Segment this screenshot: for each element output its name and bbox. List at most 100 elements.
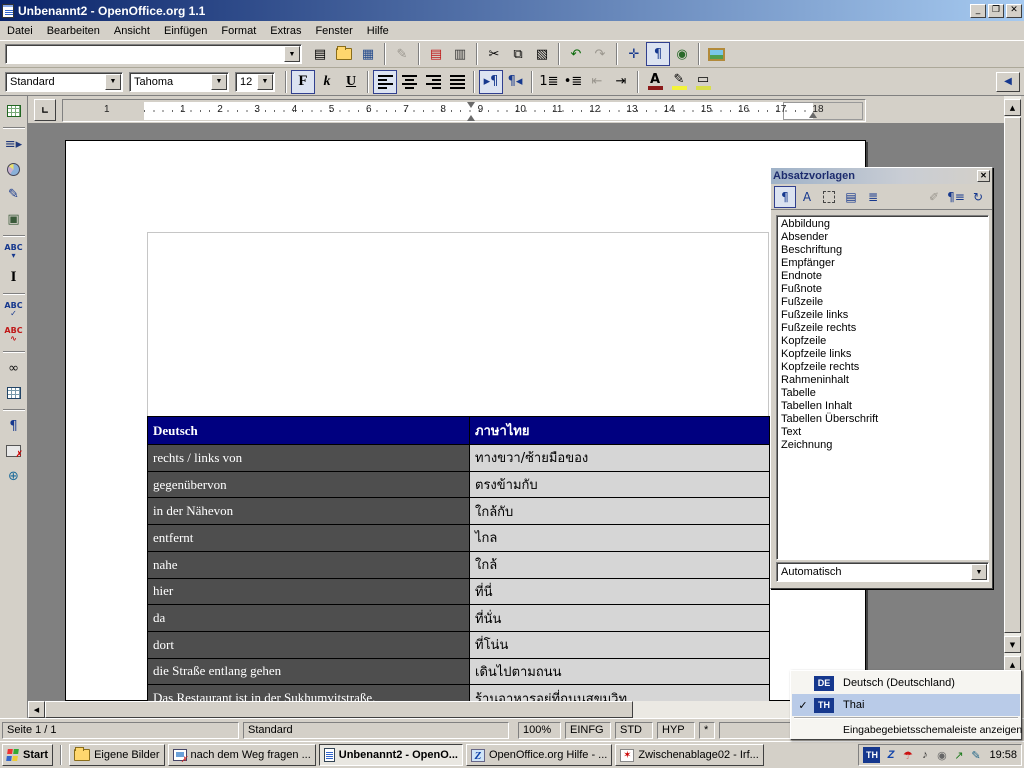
print-icon[interactable]: ▥ xyxy=(448,42,472,66)
status-hyperlink-mode[interactable]: HYP xyxy=(657,722,695,739)
cell-thai[interactable]: ตรงข้ามกับ xyxy=(470,472,769,498)
style-entry[interactable]: Fußzeile rechts xyxy=(778,322,987,335)
style-entry[interactable]: Tabellen Inhalt xyxy=(778,400,987,413)
filter-dropdown-arrow[interactable]: ▼ xyxy=(971,564,987,580)
table-row[interactable]: entferntไกล xyxy=(148,525,769,551)
toolbar-more-button[interactable]: ◀ xyxy=(996,72,1020,92)
menu-format[interactable]: Format xyxy=(214,22,263,40)
vocabulary-table[interactable]: Deutschภาษาไทยrechts / links vonทางขวา/ซ… xyxy=(147,416,770,701)
style-entry[interactable]: Absender xyxy=(778,231,987,244)
spellcheck-icon[interactable]: ABC✓ xyxy=(2,298,26,322)
find-replace-icon[interactable]: ∞ xyxy=(2,356,26,380)
scroll-up-button[interactable]: ▲ xyxy=(1004,99,1021,116)
form-functions-icon[interactable]: ▣ xyxy=(2,207,26,231)
background-color-button[interactable]: ▭ xyxy=(691,70,715,94)
autotext-icon[interactable]: ABC▾ xyxy=(2,240,26,264)
insert-table-icon[interactable] xyxy=(2,99,26,123)
paste-icon[interactable]: ▧ xyxy=(530,42,554,66)
menu-bearbeiten[interactable]: Bearbeiten xyxy=(40,22,107,40)
cell-german[interactable]: hier xyxy=(148,579,469,605)
redo-icon[interactable]: ↷ xyxy=(588,42,612,66)
right-indent-marker[interactable] xyxy=(809,108,817,118)
taskbar-folder-button[interactable]: Eigene Bilder xyxy=(69,744,164,766)
cell-thai[interactable]: ไกล xyxy=(470,525,769,551)
font-color-button[interactable]: A xyxy=(643,70,667,94)
document-page[interactable]: Deutschภาษาไทยrechts / links vonทางขวา/ซ… xyxy=(65,140,866,701)
hyperlink-icon[interactable]: ◉ xyxy=(670,42,694,66)
table-row[interactable]: Das Restaurant ist in der Sukhumvitstraß… xyxy=(148,685,769,701)
insert-fields-icon[interactable]: ≡▸ xyxy=(2,132,26,156)
cell-german[interactable]: die Straße entlang gehen xyxy=(148,659,469,685)
style-entry[interactable]: Fußzeile links xyxy=(778,309,987,322)
style-entry[interactable]: Rahmeninhalt xyxy=(778,374,987,387)
align-justify-button[interactable] xyxy=(445,70,469,94)
cell-thai[interactable]: ร้านอาหารอยู่ที่ถนนสุขุมวิท xyxy=(470,685,769,701)
copy-icon[interactable]: ⧉ xyxy=(506,42,530,66)
cell-german[interactable]: da xyxy=(148,605,469,631)
style-entry[interactable]: Tabellen Überschrift xyxy=(778,413,987,426)
scroll-down-button[interactable]: ▼ xyxy=(1004,636,1021,653)
language-item-th[interactable]: ✓THThai xyxy=(792,694,1020,716)
style-entry[interactable]: Abbildung xyxy=(778,218,987,231)
taskbar-writer-document-button[interactable]: Unbenannt2 - OpenO... xyxy=(319,744,463,766)
close-button[interactable]: ✕ xyxy=(1006,4,1022,18)
taskbar-openoffice-help-button[interactable]: ZOpenOffice.org Hilfe - ... xyxy=(466,744,612,766)
url-combobox[interactable]: ▼ xyxy=(5,44,302,64)
scroll-left-button[interactable]: ◀ xyxy=(28,701,45,718)
cell-thai[interactable]: เดินไปตามถนน xyxy=(470,659,769,685)
paragraph-styles-tab[interactable]: ¶ xyxy=(774,186,796,208)
decrease-indent-button[interactable]: ⇤ xyxy=(585,70,609,94)
stylist-close-button[interactable]: ✕ xyxy=(977,170,990,182)
stylist-title-bar[interactable]: Absatzvorlagen ✕ xyxy=(771,168,992,184)
cut-icon[interactable]: ✂ xyxy=(482,42,506,66)
start-button[interactable]: Start xyxy=(2,744,53,766)
cell-german[interactable]: dort xyxy=(148,632,469,658)
style-dropdown-arrow[interactable]: ▼ xyxy=(105,74,121,90)
tablet-tray-icon[interactable]: ✎ xyxy=(968,748,983,763)
quickstarter-tray-icon[interactable]: Z xyxy=(883,748,898,763)
character-styles-tab[interactable]: A xyxy=(796,186,818,208)
cell-thai[interactable]: ใกล้กับ xyxy=(470,498,769,524)
data-sources-icon[interactable] xyxy=(2,381,26,405)
autospellcheck-icon[interactable]: ABC∿ xyxy=(2,323,26,347)
online-layout-icon[interactable]: ⊕ xyxy=(2,464,26,488)
insert-object-icon[interactable] xyxy=(2,157,26,181)
table-row[interactable]: hierที่นี่ xyxy=(148,579,769,605)
style-list[interactable]: AbbildungAbsenderBeschriftungEmpfängerEn… xyxy=(776,215,989,560)
nonprinting-characters-icon[interactable]: ¶ xyxy=(2,414,26,438)
minimize-button[interactable]: _ xyxy=(970,4,986,18)
style-entry[interactable]: Kopfzeile links xyxy=(778,348,987,361)
antivirus-tray-icon[interactable]: ☂ xyxy=(900,748,915,763)
mouse-tray-icon[interactable]: ◉ xyxy=(934,748,949,763)
export-pdf-icon[interactable]: ▤ xyxy=(424,42,448,66)
cell-thai[interactable]: ที่โน่น xyxy=(470,632,769,658)
show-input-bar-item[interactable]: Eingabegebietsschemaleiste anzeigen xyxy=(792,720,1020,740)
frame-styles-tab[interactable] xyxy=(818,186,840,208)
navigator-icon[interactable]: ✛ xyxy=(622,42,646,66)
style-filter[interactable]: Automatisch ▼ xyxy=(776,562,989,582)
style-filter-value[interactable]: Automatisch xyxy=(777,566,970,578)
font-size-combobox[interactable]: 12 ▼ xyxy=(235,72,275,92)
tab-stop-selector[interactable]: ∟ xyxy=(34,99,56,121)
url-dropdown-arrow[interactable]: ▼ xyxy=(284,46,300,62)
tray-language-indicator[interactable]: TH xyxy=(863,747,880,763)
table-row[interactable]: daที่นั่น xyxy=(148,605,769,631)
numbering-on-off-button[interactable]: 1≣ xyxy=(537,70,561,94)
style-entry[interactable]: Beschriftung xyxy=(778,244,987,257)
bullets-on-off-button[interactable]: •≣ xyxy=(561,70,585,94)
cell-thai[interactable]: ที่นั่น xyxy=(470,605,769,631)
vertical-scroll-thumb[interactable] xyxy=(1004,117,1021,633)
left-indent-marker[interactable] xyxy=(467,111,475,121)
stylist-icon[interactable]: ¶ xyxy=(646,42,670,66)
style-entry[interactable]: Tabelle xyxy=(778,387,987,400)
graphics-on-off-icon[interactable] xyxy=(2,439,26,463)
stylist-window[interactable]: Absatzvorlagen ✕ ¶A▤≣✐¶≡↻ AbbildungAbsen… xyxy=(770,167,993,589)
open-icon[interactable] xyxy=(332,42,356,66)
menu-einfgen[interactable]: Einfügen xyxy=(157,22,214,40)
cell-german[interactable]: Das Restaurant ist in der Sukhumvitstraß… xyxy=(148,685,469,701)
save-icon[interactable]: ▦ xyxy=(356,42,380,66)
table-row[interactable]: naheใกล้ xyxy=(148,552,769,578)
draw-functions-icon[interactable]: ✎ xyxy=(2,182,26,206)
font-dropdown-arrow[interactable]: ▼ xyxy=(211,74,227,90)
style-filter-combobox[interactable]: Automatisch ▼ xyxy=(776,562,989,582)
